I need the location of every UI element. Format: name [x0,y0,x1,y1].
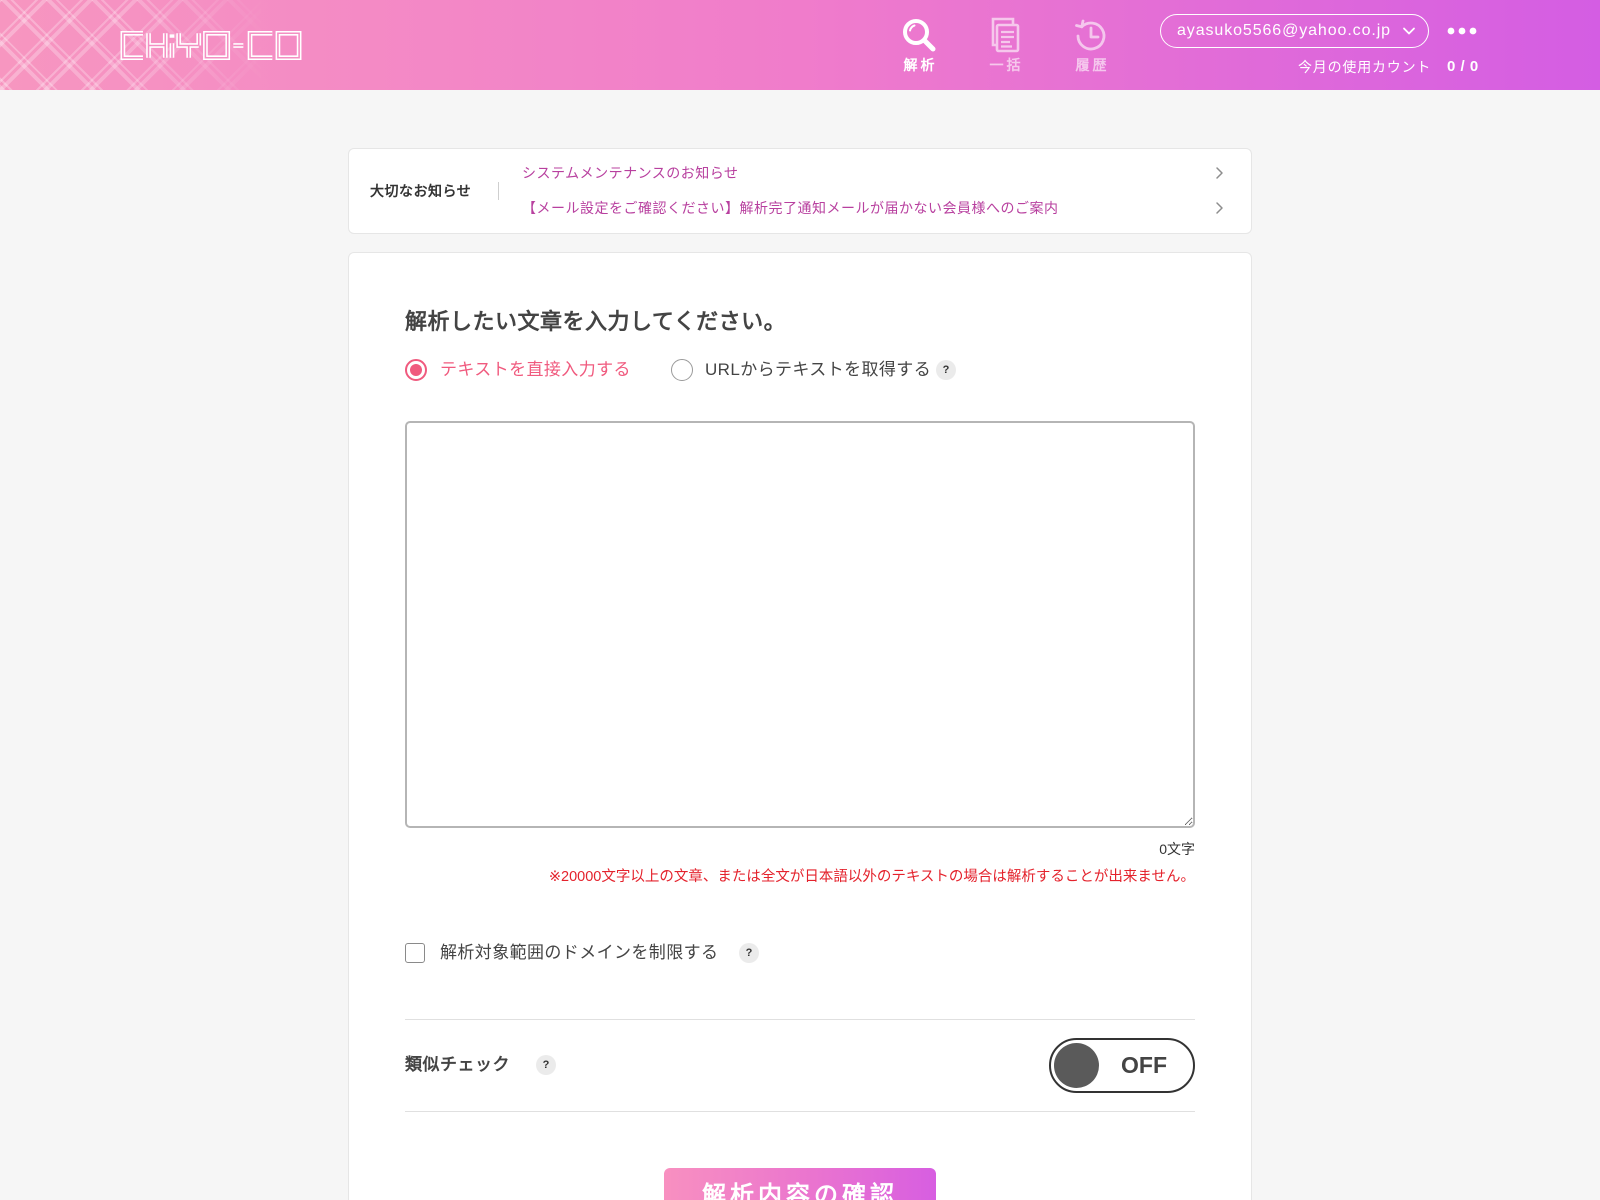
input-mode-direct-radio[interactable]: テキストを直接入力する [405,359,631,381]
chevron-down-icon [1403,27,1415,35]
account-dropdown[interactable]: ayasuko5566@yahoo.co.jp [1160,14,1429,48]
nav-history[interactable]: 履歴 [1059,16,1123,76]
checkbox-label: 解析対象範囲のドメインを制限する [440,943,719,962]
help-icon[interactable]: ? [739,943,759,963]
input-mode-url-radio[interactable]: URLからテキストを取得する [671,359,931,381]
account-email: ayasuko5566@yahoo.co.jp [1177,22,1391,39]
similarity-check-toggle[interactable]: OFF [1049,1038,1195,1093]
nav-label: 履歴 [1075,57,1110,73]
help-icon[interactable]: ? [936,360,956,380]
more-dots-icon[interactable] [1447,27,1477,35]
divider [405,1019,1195,1020]
analysis-form-card: 解析したい文章を入力してください。 テキストを直接入力する URLからテキストを… [348,252,1252,1200]
nav-analyze[interactable]: 解析 [887,16,951,76]
document-icon [991,17,1020,53]
logo[interactable] [120,31,302,60]
help-icon[interactable]: ? [536,1055,556,1075]
notice-heading: 大切なお知らせ [370,183,472,199]
usage-label: 今月の使用カウント [1298,59,1432,75]
notice-link[interactable]: 【メール設定をご確認ください】解析完了通知メールが届かない会員様へのご案内 [522,198,1234,218]
divider [498,182,499,200]
search-icon [903,19,936,52]
radio-label: テキストを直接入力する [440,360,631,379]
app-header: 解析 一括 履歴 ayasuko5566@yahoo.co.jp 今月の使用カウ… [0,0,1600,90]
toggle-knob [1054,1043,1099,1088]
notice-link-text: システムメンテナンスのお知らせ [522,165,739,181]
nav-label: 一括 [989,57,1024,73]
button-label: 解析内容の確認 [702,1182,898,1200]
text-input[interactable] [405,421,1195,828]
notice-card: 大切なお知らせ システムメンテナンスのお知らせ 【メール設定をご確認ください】解… [348,148,1252,234]
notice-link[interactable]: システムメンテナンスのお知らせ [522,163,1234,183]
notice-link-text: 【メール設定をご確認ください】解析完了通知メールが届かない会員様へのご案内 [522,200,1059,216]
nav-label: 解析 [903,57,938,73]
page-title: 解析したい文章を入力してください。 [405,309,787,334]
length-warning: ※20000文字以上の文章、または全文が日本語以外のテキストの場合は解析すること… [548,869,1195,885]
radio-label: URLからテキストを取得する [705,360,932,379]
radio-button[interactable] [671,359,693,381]
radio-button[interactable] [405,359,427,381]
chevron-right-icon [1216,167,1223,179]
char-count: 0文字 [1159,841,1195,857]
chevron-right-icon [1216,202,1223,214]
similarity-check-label: 類似チェック [405,1055,510,1074]
domain-limit-checkbox[interactable]: 解析対象範囲のドメインを制限する [405,942,718,964]
divider [405,1111,1195,1112]
toggle-state-label: OFF [1121,1052,1167,1078]
nav-bulk[interactable]: 一括 [973,16,1037,76]
confirm-analysis-button[interactable]: 解析内容の確認 [664,1168,936,1200]
checkbox[interactable] [405,943,425,963]
usage-count: 0 / 0 [1447,58,1479,75]
history-icon [1075,19,1106,51]
